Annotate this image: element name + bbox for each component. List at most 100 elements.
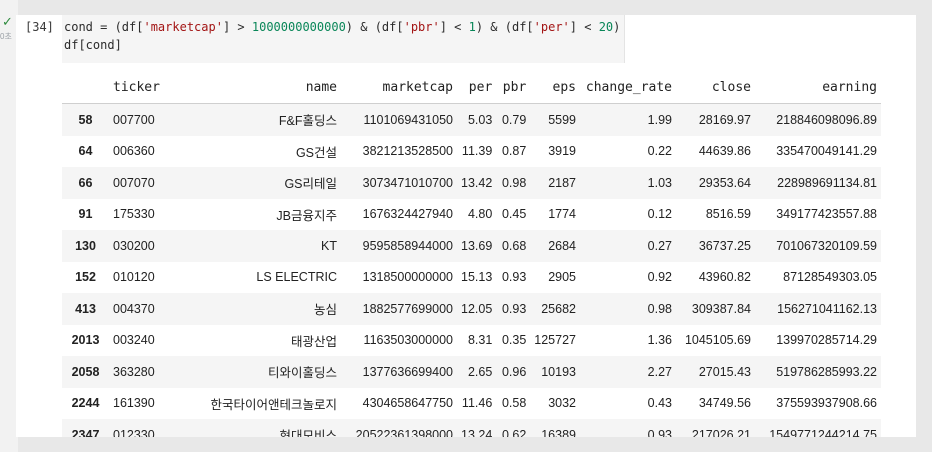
code-token-plain: ] < [569, 20, 599, 34]
execution-count: [34] [25, 20, 54, 34]
code-line-2[interactable]: df[cond] [64, 36, 122, 54]
cell-close: 1045105.69 [684, 333, 751, 348]
column-header-eps: eps [530, 72, 580, 104]
cell-ticker: 161390 [113, 396, 155, 411]
row-index: 2347 [71, 427, 100, 437]
cell-change-rate: 0.93 [647, 427, 672, 437]
cell-change-rate: 1.99 [647, 112, 672, 127]
cell-per: 5.03 [467, 112, 493, 127]
row-index: 152 [75, 270, 96, 285]
cell-pbr: 0.62 [501, 427, 527, 437]
cell-close: 36737.25 [698, 238, 751, 253]
cell-earning: 228989691134.81 [777, 175, 877, 190]
row-index: 2013 [71, 333, 100, 348]
row-index: 64 [78, 144, 93, 159]
cell-name: KT [321, 238, 337, 253]
cell-earning: 1549771244214.75 [769, 427, 877, 437]
code-token-num: 1000000000000 [251, 20, 346, 34]
cell-ticker: 007070 [113, 175, 155, 190]
column-header-close: close [676, 72, 755, 104]
cell-earning: 218846098096.89 [776, 112, 877, 127]
cell-per: 13.69 [461, 238, 493, 253]
cell-change-rate: 0.43 [647, 396, 672, 411]
code-token-str: 'pbr' [403, 20, 440, 34]
cell-change-rate: 0.92 [647, 270, 672, 285]
cell-ticker: 006360 [113, 144, 155, 159]
notebook-cell: [34] cond = (df['marketcap'] > 100000000… [16, 15, 916, 437]
cell-change-rate: 1.03 [647, 175, 672, 190]
code-token-plain: cond = (df[ [64, 20, 144, 34]
table-row: 2347 012330 현대모비스 20522361398000 13.24 0.62 16… [62, 419, 881, 437]
code-token-plain: ) [613, 20, 621, 34]
code-token-num: 20 [598, 20, 614, 34]
code-token-plain: ] < [439, 20, 469, 34]
cell-name: 현대모비스 [279, 429, 337, 437]
code-editor[interactable]: cond = (df['marketcap'] > 1000000000000)… [62, 15, 625, 63]
cell-per: 11.46 [461, 396, 493, 411]
cell-name: 한국타이어앤테크놀로지 [210, 397, 337, 412]
column-header-earning: earning [755, 72, 881, 104]
cell-eps: 2905 [548, 270, 576, 285]
cell-per: 4.80 [467, 207, 493, 222]
cell-close: 29353.64 [698, 175, 751, 190]
row-index: 2244 [71, 396, 100, 411]
cell-change-rate: 0.27 [647, 238, 672, 253]
execution-time: 0초 [0, 32, 12, 41]
dataframe-table: ticker name marketcap per pbr eps change_rate c… [62, 72, 881, 437]
cell-close: 27015.43 [698, 364, 751, 379]
cell-eps: 16389 [541, 427, 576, 437]
cell-marketcap: 1101069431050 [363, 112, 453, 127]
column-header-index [62, 72, 109, 104]
row-index: 2058 [71, 364, 100, 379]
code-line-1[interactable]: cond = (df['marketcap'] > 1000000000000)… [64, 18, 620, 36]
cell-per: 13.24 [461, 427, 493, 437]
code-token-str: 'per' [533, 20, 570, 34]
column-header-ticker: ticker [109, 72, 171, 104]
cell-close: 217026.21 [691, 427, 751, 437]
row-index: 91 [78, 207, 93, 222]
column-header-name: name [171, 72, 341, 104]
cell-name: LS ELECTRIC [256, 270, 337, 285]
table-row: 66 007070 GS리테일 3073471010700 13.42 0.98 2187 1… [62, 167, 881, 199]
cell-eps: 125727 [534, 333, 576, 348]
cell-eps: 1774 [548, 207, 576, 222]
column-header-per: per [457, 72, 497, 104]
cell-ticker: 004370 [113, 301, 155, 316]
cell-ticker: 012330 [113, 427, 155, 437]
table-row: 413 004370 농심 1882577699000 12.05 0.93 25682 0.… [62, 293, 881, 325]
cell-close: 44639.86 [698, 144, 751, 159]
cell-pbr: 0.58 [501, 396, 527, 411]
cell-marketcap: 3073471010700 [362, 175, 453, 190]
table-row: 64 006360 GS건설 3821213528500 11.39 0.87 3919 0.… [62, 135, 881, 167]
cell-pbr: 0.45 [501, 207, 527, 222]
cell-ticker: 175330 [113, 207, 155, 222]
code-token-str: 'marketcap' [143, 20, 223, 34]
column-header-change-rate: change_rate [580, 72, 676, 104]
cell-earning: 349177423557.88 [776, 207, 877, 222]
cell-earning: 335470049141.29 [776, 144, 877, 159]
row-index: 130 [75, 238, 96, 253]
success-check-icon: ✓ [2, 15, 13, 30]
cell-earning: 375593937908.66 [776, 396, 877, 411]
cell-per: 13.42 [461, 175, 493, 190]
row-index: 58 [78, 112, 93, 127]
cell-earning: 139970285714.29 [776, 333, 877, 348]
cell-name: GS건설 [295, 145, 337, 160]
cell-close: 34749.56 [698, 396, 751, 411]
cell-marketcap: 9595858944000 [362, 238, 453, 253]
cell-marketcap: 1882577699000 [362, 301, 453, 316]
cell-name: JB금융지주 [276, 208, 337, 223]
cell-per: 12.05 [461, 301, 493, 316]
cell-pbr: 0.93 [501, 301, 527, 316]
table-row: 2244 161390 한국타이어앤테크놀로지 4304658647750 11.46 0… [62, 387, 881, 419]
cell-earning: 87128549303.05 [783, 270, 877, 285]
cell-change-rate: 0.98 [647, 301, 672, 316]
dataframe-output: ticker name marketcap per pbr eps change_rate c… [62, 72, 881, 437]
cell-pbr: 0.68 [501, 238, 527, 253]
column-header-marketcap: marketcap [341, 72, 457, 104]
cell-change-rate: 0.12 [647, 207, 672, 222]
row-index: 66 [78, 175, 93, 190]
cell-change-rate: 2.27 [647, 364, 672, 379]
cell-close: 43960.82 [698, 270, 751, 285]
cell-per: 8.31 [467, 333, 493, 348]
